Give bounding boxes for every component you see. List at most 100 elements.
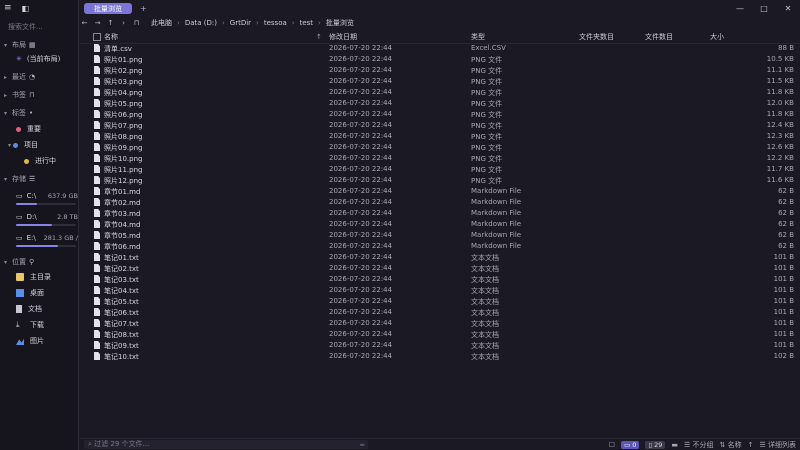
file-row[interactable]: 章节06.md 2026-07-20 22:44 Markdown File 62 B [80,241,800,252]
location-home[interactable]: 主目录 [0,269,78,285]
sidebar-toolbar: ≡ ◧ [0,0,78,16]
file-row[interactable]: 笔记08.txt 2026-07-20 22:44 文本文档 101 B [80,329,800,340]
chevron-right-icon[interactable]: › [117,19,130,27]
location-pictures[interactable]: 图片 [0,333,78,349]
section-bookmarks[interactable]: ▸ 书签 ⊓ [0,88,78,102]
file-row[interactable]: 章节02.md 2026-07-20 22:44 Markdown File 62 B [80,197,800,208]
breadcrumb-item[interactable]: Data (D:) [185,19,217,27]
download-icon: ⤓ [16,320,20,329]
view-toggle[interactable]: ☰ 详细列表 [759,440,796,450]
column-folder-count[interactable]: 文件夹数目 [579,32,614,42]
column-size[interactable]: 大小 [710,32,724,42]
chevron-down-icon: ▾ [4,41,8,49]
drive-label: D:\ [26,212,37,221]
tab-batch-browse[interactable]: 批量浏览 [84,3,132,14]
location-desktop[interactable]: 桌面 [0,285,78,301]
file-row[interactable]: 照片09.png 2026-07-20 22:44 PNG 文件 12.6 KB [80,142,800,153]
file-icon [94,88,100,96]
file-type: PNG 文件 [471,155,503,163]
sort-toggle[interactable]: ⇅ 名称 [720,440,742,450]
breadcrumb-item[interactable]: 批量浏览 [326,18,354,28]
file-row[interactable]: 笔记09.txt 2026-07-20 22:44 文本文档 101 B [80,340,800,351]
section-recent[interactable]: ▸ 最近 ◔ [0,70,78,84]
file-size: 10.5 KB [766,55,794,63]
group-toggle[interactable]: ☰ 不分组 [684,440,714,450]
file-row[interactable]: 章节03.md 2026-07-20 22:44 Markdown File 62 B [80,208,800,219]
view-label: 详细列表 [768,440,796,449]
column-date[interactable]: 修改日期 [329,32,357,42]
file-row[interactable]: 章节05.md 2026-07-20 22:44 Markdown File 62 B [80,230,800,241]
layout-current-item[interactable]: ✳ (当前布局) [0,52,78,66]
back-icon[interactable]: ← [78,19,91,27]
file-size: 11.7 KB [766,165,794,173]
file-row[interactable]: 章节01.md 2026-07-20 22:44 Markdown File 62 B [80,186,800,197]
file-size: 101 B [773,253,794,261]
sort-ascending-icon[interactable]: ↑ [316,33,322,41]
file-row[interactable]: 照片04.png 2026-07-20 22:44 PNG 文件 11.8 KB [80,87,800,98]
forward-icon[interactable]: → [91,19,104,27]
chevron-right-icon: ▸ [4,73,8,81]
file-row[interactable]: 笔记04.txt 2026-07-20 22:44 文本文档 101 B [80,285,800,296]
file-row[interactable]: 照片06.png 2026-07-20 22:44 PNG 文件 11.8 KB [80,109,800,120]
select-all-checkbox[interactable] [93,33,101,41]
file-row[interactable]: 笔记06.txt 2026-07-20 22:44 文本文档 101 B [80,307,800,318]
select-box-icon[interactable]: ☐ [609,441,615,449]
file-row[interactable]: 照片07.png 2026-07-20 22:44 PNG 文件 12.4 KB [80,120,800,131]
sort-direction-icon[interactable]: ↑ [748,441,754,449]
drive-item-e[interactable]: ▭ E:\ 281.3 GB / [0,232,78,247]
breadcrumb-item[interactable]: tessoa [264,19,287,27]
file-row[interactable]: 照片01.png 2026-07-20 22:44 PNG 文件 10.5 KB [80,54,800,65]
maximize-icon[interactable]: □ [752,0,776,17]
file-row[interactable]: 笔记02.txt 2026-07-20 22:44 文本文档 101 B [80,263,800,274]
column-name[interactable]: 名称 [104,32,118,42]
breadcrumb-item[interactable]: test [300,19,313,27]
section-tags[interactable]: ▾ 标签 • [0,106,78,120]
section-layout[interactable]: ▾ 布局 ▦ [0,38,78,52]
column-file-count[interactable]: 文件数目 [645,32,673,42]
file-row[interactable]: 笔记01.txt 2026-07-20 22:44 文本文档 101 B [80,252,800,263]
file-date: 2026-07-20 22:44 [329,66,393,74]
column-type[interactable]: 类型 [471,32,485,42]
file-row[interactable]: 照片03.png 2026-07-20 22:44 PNG 文件 11.5 KB [80,76,800,87]
file-row[interactable]: 清单.csv 2026-07-20 22:44 Excel.CSV 88 B [80,43,800,54]
section-bookmarks-label: 书签 [12,91,26,99]
file-row[interactable]: 笔记10.txt 2026-07-20 22:44 文本文档 102 B [80,351,800,362]
file-row[interactable]: 照片11.png 2026-07-20 22:44 PNG 文件 11.7 KB [80,164,800,175]
file-row[interactable]: 笔记05.txt 2026-07-20 22:44 文本文档 101 B [80,296,800,307]
minimize-icon[interactable]: — [728,0,752,17]
file-type: PNG 文件 [471,78,503,86]
file-name: 照片01.png [104,56,143,64]
menu-icon[interactable]: ≡ [4,3,12,13]
file-row[interactable]: 章节04.md 2026-07-20 22:44 Markdown File 62 B [80,219,800,230]
chevron-right-icon: ▸ [4,91,8,99]
drive-item-c[interactable]: ▭ C:\ 637.9 GB [0,190,78,205]
tag-item-in-progress[interactable]: 进行中 [0,154,78,168]
file-row[interactable]: 照片10.png 2026-07-20 22:44 PNG 文件 12.2 KB [80,153,800,164]
resize-handle-icon[interactable]: ═ [360,441,364,449]
section-locations[interactable]: ▾ 位置 ⚲ [0,255,78,269]
section-storage[interactable]: ▾ 存储 ☰ [0,172,78,186]
location-downloads[interactable]: ⤓ 下载 [0,317,78,333]
file-row[interactable]: 照片08.png 2026-07-20 22:44 PNG 文件 12.3 KB [80,131,800,142]
drive-item-d[interactable]: ▭ D:\ 2.8 TB [0,211,78,226]
location-documents[interactable]: 文档 [0,301,78,317]
file-row[interactable]: 照片05.png 2026-07-20 22:44 PNG 文件 12.0 KB [80,98,800,109]
bookmark-icon[interactable]: ⊓ [130,19,143,27]
close-icon[interactable]: ✕ [776,0,800,17]
file-row[interactable]: 照片12.png 2026-07-20 22:44 PNG 文件 11.6 KB [80,175,800,186]
filter-input[interactable]: ⌕ 过滤 29 个文件... [84,440,368,449]
breadcrumb-item[interactable]: GrtDir [230,19,251,27]
file-row[interactable]: 笔记03.txt 2026-07-20 22:44 文本文档 101 B [80,274,800,285]
sidebar-toggle-icon[interactable]: ◧ [22,4,30,13]
breadcrumb-separator: › [256,19,259,27]
file-row[interactable]: 照片02.png 2026-07-20 22:44 PNG 文件 11.1 KB [80,65,800,76]
file-date: 2026-07-20 22:44 [329,165,393,173]
sidebar-search-input[interactable]: 搜索文件... [8,22,72,34]
tag-item-important[interactable]: 重要 [0,122,78,136]
tag-item-project[interactable]: ▾ 项目 [0,138,78,152]
section-locations-label: 位置 [12,258,26,266]
up-icon[interactable]: ↑ [104,19,117,27]
file-row[interactable]: 笔记07.txt 2026-07-20 22:44 文本文档 101 B [80,318,800,329]
breadcrumb-item[interactable]: 此电脑 [151,18,172,28]
add-tab-icon[interactable]: + [140,4,147,13]
